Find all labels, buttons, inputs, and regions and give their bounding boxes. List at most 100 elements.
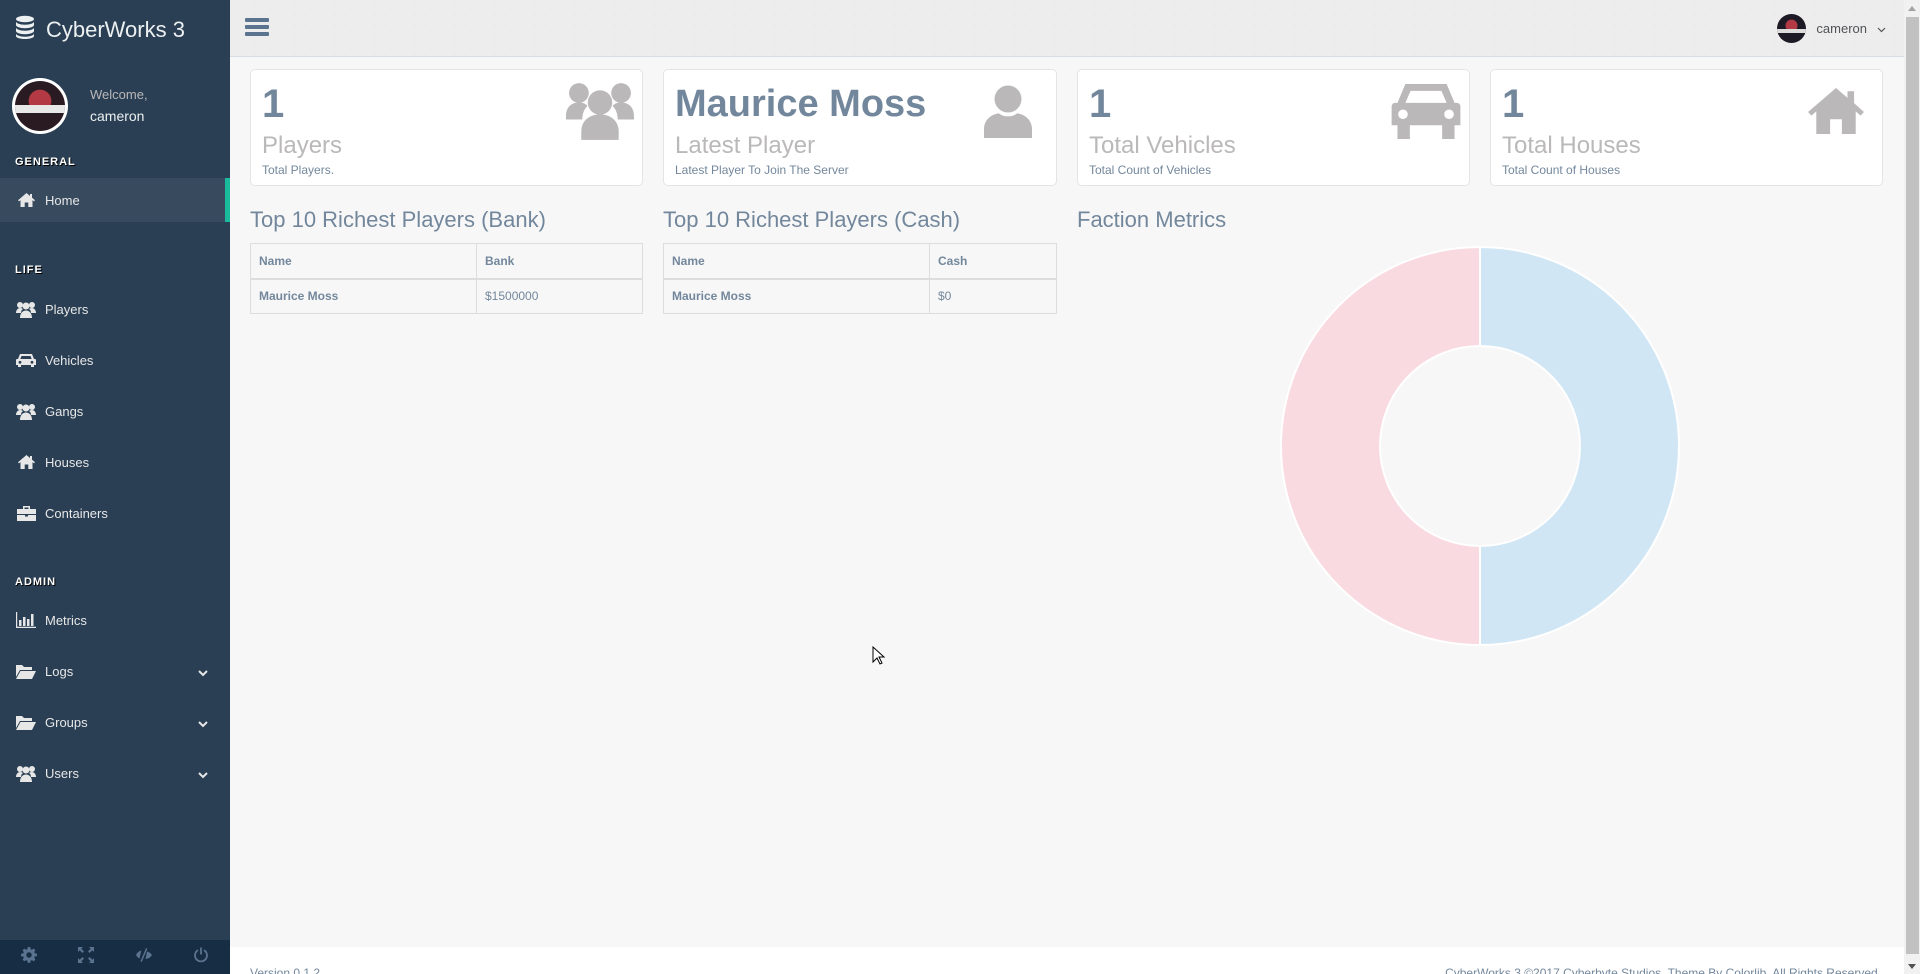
users-icon (15, 301, 37, 318)
home-icon (15, 192, 37, 208)
folder-open-icon (15, 714, 37, 730)
version-text: Version 0.1.2 (250, 966, 321, 974)
sidebar-item-label: Users (45, 765, 79, 781)
profile-username: cameron (90, 108, 145, 124)
chevron-down-icon (1877, 21, 1886, 36)
sidebar-item-label: Gangs (45, 403, 84, 419)
bank-table-title: Top 10 Richest Players (Bank) (250, 207, 546, 232)
section-label-general: GENERAL (15, 156, 76, 168)
settings-button[interactable] (0, 940, 58, 974)
column-header-name: Name (250, 243, 477, 280)
copyright-text: CyberWorks 3 ©2017 Cyberbyte Studios. Th… (1445, 966, 1881, 974)
scroll-up-button[interactable] (1904, 0, 1920, 16)
sidebar-item-containers[interactable]: Containers (0, 491, 230, 535)
stat-card-latest-player: Maurice Moss Latest Player Latest Player… (663, 69, 1057, 186)
lock-button[interactable] (115, 940, 173, 974)
sidebar-item-logs[interactable]: Logs (0, 649, 230, 693)
chevron-down-icon (198, 767, 208, 782)
eye-slash-icon (135, 947, 153, 968)
stat-label: Latest Player (675, 132, 816, 159)
welcome-text: Welcome, (90, 87, 148, 102)
bar-chart-icon (15, 612, 37, 628)
users-icon (15, 765, 37, 782)
table-row: Maurice Moss $0 (663, 278, 1057, 314)
profile: Welcome, cameron (12, 78, 148, 134)
cash-value-cell: $0 (929, 278, 1057, 314)
sidebar-item-houses[interactable]: Houses (0, 440, 230, 484)
scroll-down-button[interactable] (1904, 958, 1920, 974)
sidebar-item-players[interactable]: Players (0, 287, 230, 331)
stat-description: Total Players. (262, 163, 335, 177)
stat-card-vehicles: 1 Total Vehicles Total Count of Vehicles (1077, 69, 1470, 186)
stat-label: Total Vehicles (1089, 132, 1236, 159)
section-label-life: LIFE (15, 264, 43, 276)
brand[interactable]: CyberWorks 3 (14, 12, 185, 48)
faction-metrics-title: Faction Metrics (1077, 207, 1227, 232)
cash-table: Name Cash Maurice Moss $0 (663, 243, 1057, 314)
users-icon (15, 403, 37, 420)
sidebar-item-label: Players (45, 301, 89, 317)
section-label-admin: ADMIN (15, 576, 57, 588)
user-icon (984, 84, 1032, 143)
sidebar-item-label: Containers (45, 505, 108, 521)
sidebar-item-metrics[interactable]: Metrics (0, 598, 230, 642)
stat-count: Maurice Moss (675, 83, 927, 125)
hamburger-icon (245, 18, 269, 22)
stat-count: 1 (262, 82, 285, 126)
car-icon (1391, 84, 1461, 144)
briefcase-icon (15, 505, 37, 521)
table-header-row: Name Cash (663, 243, 1057, 280)
fullscreen-button[interactable] (58, 940, 116, 974)
faction-metrics-chart (1280, 245, 1680, 647)
settings-icon (20, 946, 37, 968)
stat-card-houses: 1 Total Houses Total Count of Houses (1490, 69, 1883, 186)
sidebar-item-groups[interactable]: Groups (0, 700, 230, 744)
player-name-cell: Maurice Moss (663, 278, 930, 314)
bank-table: Name Bank Maurice Moss $1500000 (250, 243, 643, 314)
table-header-row: Name Bank (250, 243, 643, 280)
app-title: CyberWorks 3 (46, 17, 185, 42)
top-navbar: cameron (230, 0, 1904, 57)
avatar (1777, 14, 1807, 43)
sidebar-footer (0, 940, 230, 974)
cash-table-title: Top 10 Richest Players (Cash) (663, 207, 961, 232)
column-header-cash: Cash (929, 243, 1057, 280)
menu-toggle-button[interactable] (245, 18, 269, 38)
stat-card-players: 1 Players Total Players. (250, 69, 643, 186)
logout-button[interactable] (173, 940, 231, 974)
sidebar-item-users[interactable]: Users (0, 751, 230, 795)
donut-slice-1[interactable] (1479, 245, 1680, 647)
folder-open-icon (15, 663, 37, 679)
user-menu-dropdown[interactable]: cameron (1777, 14, 1886, 43)
database-icon (14, 15, 36, 45)
stat-label: Players (262, 132, 343, 159)
home-icon (15, 454, 37, 470)
stat-description: Total Count of Vehicles (1089, 163, 1212, 177)
column-header-name: Name (663, 243, 930, 280)
sidebar-item-label: Houses (45, 454, 90, 470)
sidebar-item-vehicles[interactable]: Vehicles (0, 338, 230, 382)
user-menu-label: cameron (1816, 21, 1867, 36)
fullscreen-icon (78, 946, 95, 968)
sidebar-item-label: Metrics (45, 612, 87, 628)
donut-slice-2[interactable] (1280, 245, 1481, 647)
sidebar-item-label: Home (45, 192, 80, 208)
sidebar-item-label: Logs (45, 663, 74, 679)
chevron-down-icon (198, 716, 208, 731)
scroll-thumb[interactable] (1906, 17, 1919, 954)
sidebar-item-gangs[interactable]: Gangs (0, 389, 230, 433)
car-icon (15, 352, 37, 368)
stat-description: Total Count of Houses (1502, 163, 1621, 177)
column-header-bank: Bank (476, 243, 643, 280)
mouse-cursor (872, 645, 886, 671)
sidebar-item-home[interactable]: Home (0, 178, 230, 222)
bank-value-cell: $1500000 (476, 278, 643, 314)
stat-count: 1 (1089, 82, 1112, 126)
sidebar: CyberWorks 3 Welcome, cameron GENERAL Ho… (0, 0, 230, 974)
home-icon (1808, 88, 1864, 139)
vertical-scrollbar[interactable] (1904, 0, 1920, 974)
sidebar-item-label: Groups (45, 714, 88, 730)
player-name-cell: Maurice Moss (250, 278, 477, 314)
sidebar-item-label: Vehicles (45, 352, 94, 368)
chevron-down-icon (198, 665, 208, 680)
